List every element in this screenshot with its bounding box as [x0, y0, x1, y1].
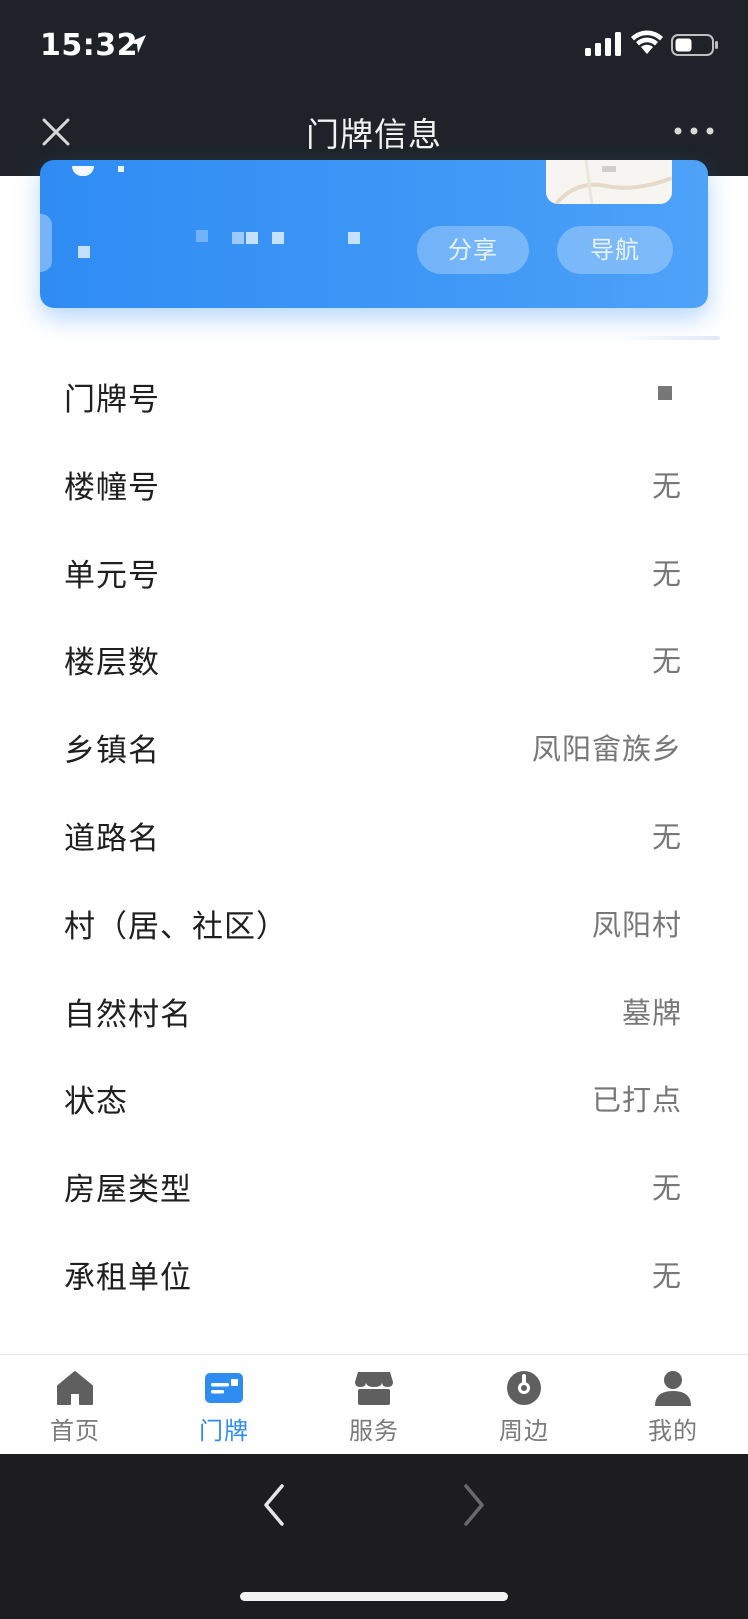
signal-icon — [585, 32, 621, 56]
detail-value: 已打点 — [591, 1083, 682, 1118]
card-edge — [40, 214, 52, 272]
redacted-text — [348, 232, 360, 244]
tab-services[interactable]: 服务 — [299, 1355, 449, 1455]
tab-label: 首页 — [50, 1417, 100, 1445]
more-icon[interactable] — [672, 121, 716, 141]
map-thumbnail — [554, 160, 673, 206]
detail-row-doorplate-number: 门牌号 — [0, 350, 748, 438]
detail-list: 门牌号 楼幢号 无 单元号 无 楼层数 无 乡镇名 凤阳畲族乡 道路名 无 村（… — [0, 350, 748, 1316]
detail-label: 门牌号 — [64, 382, 160, 418]
tab-nearby[interactable]: 周边 — [449, 1355, 599, 1455]
detail-value: 无 — [651, 468, 682, 503]
user-icon — [655, 1371, 691, 1406]
doorplate-icon — [205, 1373, 243, 1403]
redacted-text — [272, 232, 284, 244]
card-fragment — [118, 166, 124, 172]
detail-label: 房屋类型 — [64, 1172, 192, 1209]
detail-value: 凤阳村 — [591, 907, 682, 942]
tab-label: 周边 — [499, 1417, 549, 1445]
redacted-text — [196, 230, 208, 242]
detail-label: 自然村名 — [64, 996, 192, 1033]
detail-label: 乡镇名 — [64, 733, 160, 770]
status-time: 15:32 — [40, 28, 138, 63]
tab-label: 服务 — [349, 1417, 399, 1445]
redacted-value — [658, 386, 672, 400]
detail-value: 无 — [651, 1258, 682, 1293]
shop-icon — [355, 1372, 393, 1405]
detail-row-building-number: 楼幢号 无 — [0, 438, 748, 526]
chevron-left-icon[interactable] — [258, 1478, 288, 1532]
detail-row-status: 状态 已打点 — [0, 1052, 748, 1140]
home-indicator[interactable] — [240, 1592, 508, 1601]
tab-label: 我的 — [648, 1417, 698, 1445]
detail-value: 凤阳畲族乡 — [531, 732, 682, 767]
battery-icon — [671, 34, 718, 56]
detail-row-unit-number: 单元号 无 — [0, 526, 748, 614]
detail-label: 楼幢号 — [64, 469, 160, 506]
status-bar: 15:32 — [0, 0, 748, 92]
navigate-button[interactable]: 导航 — [557, 226, 673, 274]
redacted-text — [232, 232, 244, 244]
card-fragment — [72, 166, 94, 176]
home-icon — [57, 1371, 93, 1405]
tab-mine[interactable]: 我的 — [598, 1355, 748, 1455]
redacted-text — [78, 246, 90, 258]
detail-row-lessee: 承租单位 无 — [0, 1228, 748, 1316]
card-divider — [620, 336, 720, 340]
compass-icon — [507, 1371, 541, 1405]
detail-label: 村（居、社区） — [64, 908, 288, 945]
detail-label: 承租单位 — [64, 1259, 192, 1296]
detail-value: 无 — [651, 644, 682, 679]
doorplate-card: 分享 导航 — [40, 160, 708, 308]
tab-home[interactable]: 首页 — [0, 1355, 150, 1455]
detail-value: 无 — [651, 819, 682, 854]
detail-row-road: 道路名 无 — [0, 789, 748, 877]
detail-value: 无 — [651, 556, 682, 591]
tab-doorplate[interactable]: 门牌 — [149, 1355, 299, 1455]
page-title: 门牌信息 — [306, 115, 442, 154]
detail-label: 状态 — [64, 1084, 128, 1121]
location-arrow-icon — [128, 35, 146, 53]
detail-value: 墓牌 — [621, 995, 682, 1030]
detail-row-house-type: 房屋类型 无 — [0, 1140, 748, 1228]
detail-row-township: 乡镇名 凤阳畲族乡 — [0, 701, 748, 789]
tab-label: 门牌 — [199, 1417, 249, 1445]
detail-row-natural-village: 自然村名 墓牌 — [0, 965, 748, 1053]
detail-value: 无 — [651, 1171, 682, 1206]
detail-row-floor-count: 楼层数 无 — [0, 613, 748, 701]
redacted-text — [246, 232, 258, 244]
top-bar: 15:32 门牌信息 — [0, 0, 748, 176]
detail-row-village: 村（居、社区） 凤阳村 — [0, 877, 748, 965]
chevron-right-icon[interactable] — [460, 1478, 490, 1532]
mini-map[interactable] — [546, 160, 673, 206]
detail-label: 单元号 — [64, 557, 160, 594]
browser-toolbar — [0, 1454, 748, 1619]
wifi-icon — [631, 30, 663, 54]
tab-bar: 首页 门牌 服务 周边 我的 — [0, 1354, 748, 1454]
share-button[interactable]: 分享 — [417, 226, 529, 274]
detail-label: 道路名 — [64, 820, 160, 857]
detail-label: 楼层数 — [64, 645, 160, 682]
